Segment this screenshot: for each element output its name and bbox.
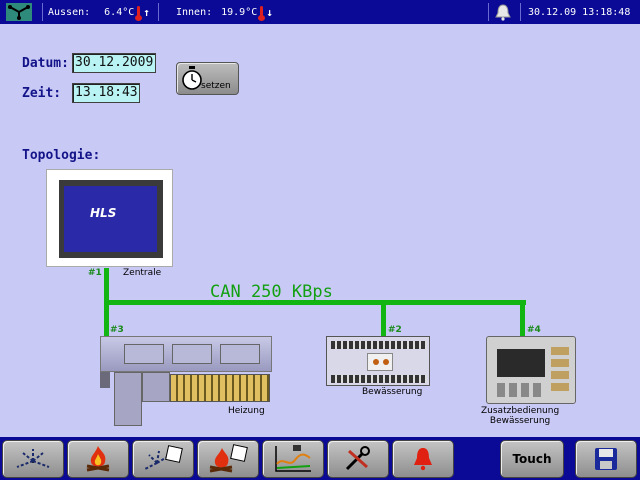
time-label: Zeit: <box>22 86 62 101</box>
bus-label: CAN 250 KBps <box>210 282 333 302</box>
sprinkler-icon <box>16 449 50 468</box>
save-icon <box>595 448 617 470</box>
node-id-irrigation: #2 <box>388 325 402 335</box>
chart-icon <box>275 445 311 472</box>
node-id-central: #1 <box>88 268 102 278</box>
nav-button-irrigation-list[interactable] <box>132 440 194 478</box>
network-icon[interactable] <box>6 0 32 24</box>
outside-label: Aussen: <box>48 6 91 18</box>
inside-trend-arrow: ↓ <box>266 5 273 19</box>
touch-button-label: Touch <box>512 452 552 466</box>
time-field[interactable]: 13.18:43 <box>72 83 140 103</box>
nav-button-heating[interactable] <box>67 440 129 478</box>
date-label: Datum: <box>22 56 69 71</box>
outside-trend-arrow: ↑ <box>143 5 150 19</box>
stopwatch-icon <box>182 66 202 90</box>
fire-list-icon <box>209 444 248 473</box>
status-bar: Aussen: 6.4°C ↑ Innen: 19.9°C ↓ 30.12.09… <box>0 0 640 24</box>
device-label-central: Zentrale <box>123 268 162 278</box>
inside-label: Innen: <box>176 6 213 18</box>
inside-temperature: Innen: 19.9°C ↓ <box>176 0 273 24</box>
irrigation-controller-image[interactable] <box>326 336 430 386</box>
set-button-label: setzen <box>201 81 231 91</box>
fire-icon <box>86 446 110 472</box>
nav-button-irrigation[interactable] <box>2 440 64 478</box>
bus-drop-irrigation <box>381 300 386 336</box>
outside-temperature: Aussen: 6.4°C ↑ <box>48 0 150 24</box>
device-label-irrigation: Bewässerung <box>362 387 423 397</box>
node-id-heating: #3 <box>110 325 124 335</box>
device-label-heating: Heizung <box>228 406 265 416</box>
alarm-icon <box>414 448 432 471</box>
device-label-aux: Zusatzbedienung Bewässerung <box>481 406 560 426</box>
topology-title: Topologie: <box>22 148 101 163</box>
nav-button-settings[interactable] <box>327 440 389 478</box>
set-time-button[interactable]: setzen <box>176 62 239 95</box>
nav-button-heating-list[interactable] <box>197 440 259 478</box>
bottom-nav-bar: Touch <box>0 437 640 480</box>
status-datetime: 30.12.09 13:18:48 <box>528 6 631 18</box>
central-unit-image[interactable]: HLS <box>46 169 173 267</box>
hls-logo: HLS <box>90 206 117 220</box>
nav-button-alarms[interactable] <box>392 440 454 478</box>
nav-button-charts[interactable] <box>262 440 324 478</box>
node-id-aux: #4 <box>527 325 541 335</box>
bell-icon[interactable] <box>494 0 512 24</box>
date-field[interactable]: 30.12.2009 <box>72 53 156 73</box>
thermometer-icon <box>135 5 143 21</box>
aux-panel-image[interactable] <box>486 336 576 404</box>
touch-button[interactable]: Touch <box>500 440 564 478</box>
tools-icon <box>345 446 370 471</box>
sprinkler-list-icon <box>144 445 183 470</box>
save-button[interactable] <box>575 440 637 478</box>
inside-temp-value: 19.9°C <box>221 6 258 18</box>
bus-drop-aux <box>520 300 525 336</box>
thermometer-icon <box>258 5 266 21</box>
outside-temp-value: 6.4°C <box>104 6 135 18</box>
